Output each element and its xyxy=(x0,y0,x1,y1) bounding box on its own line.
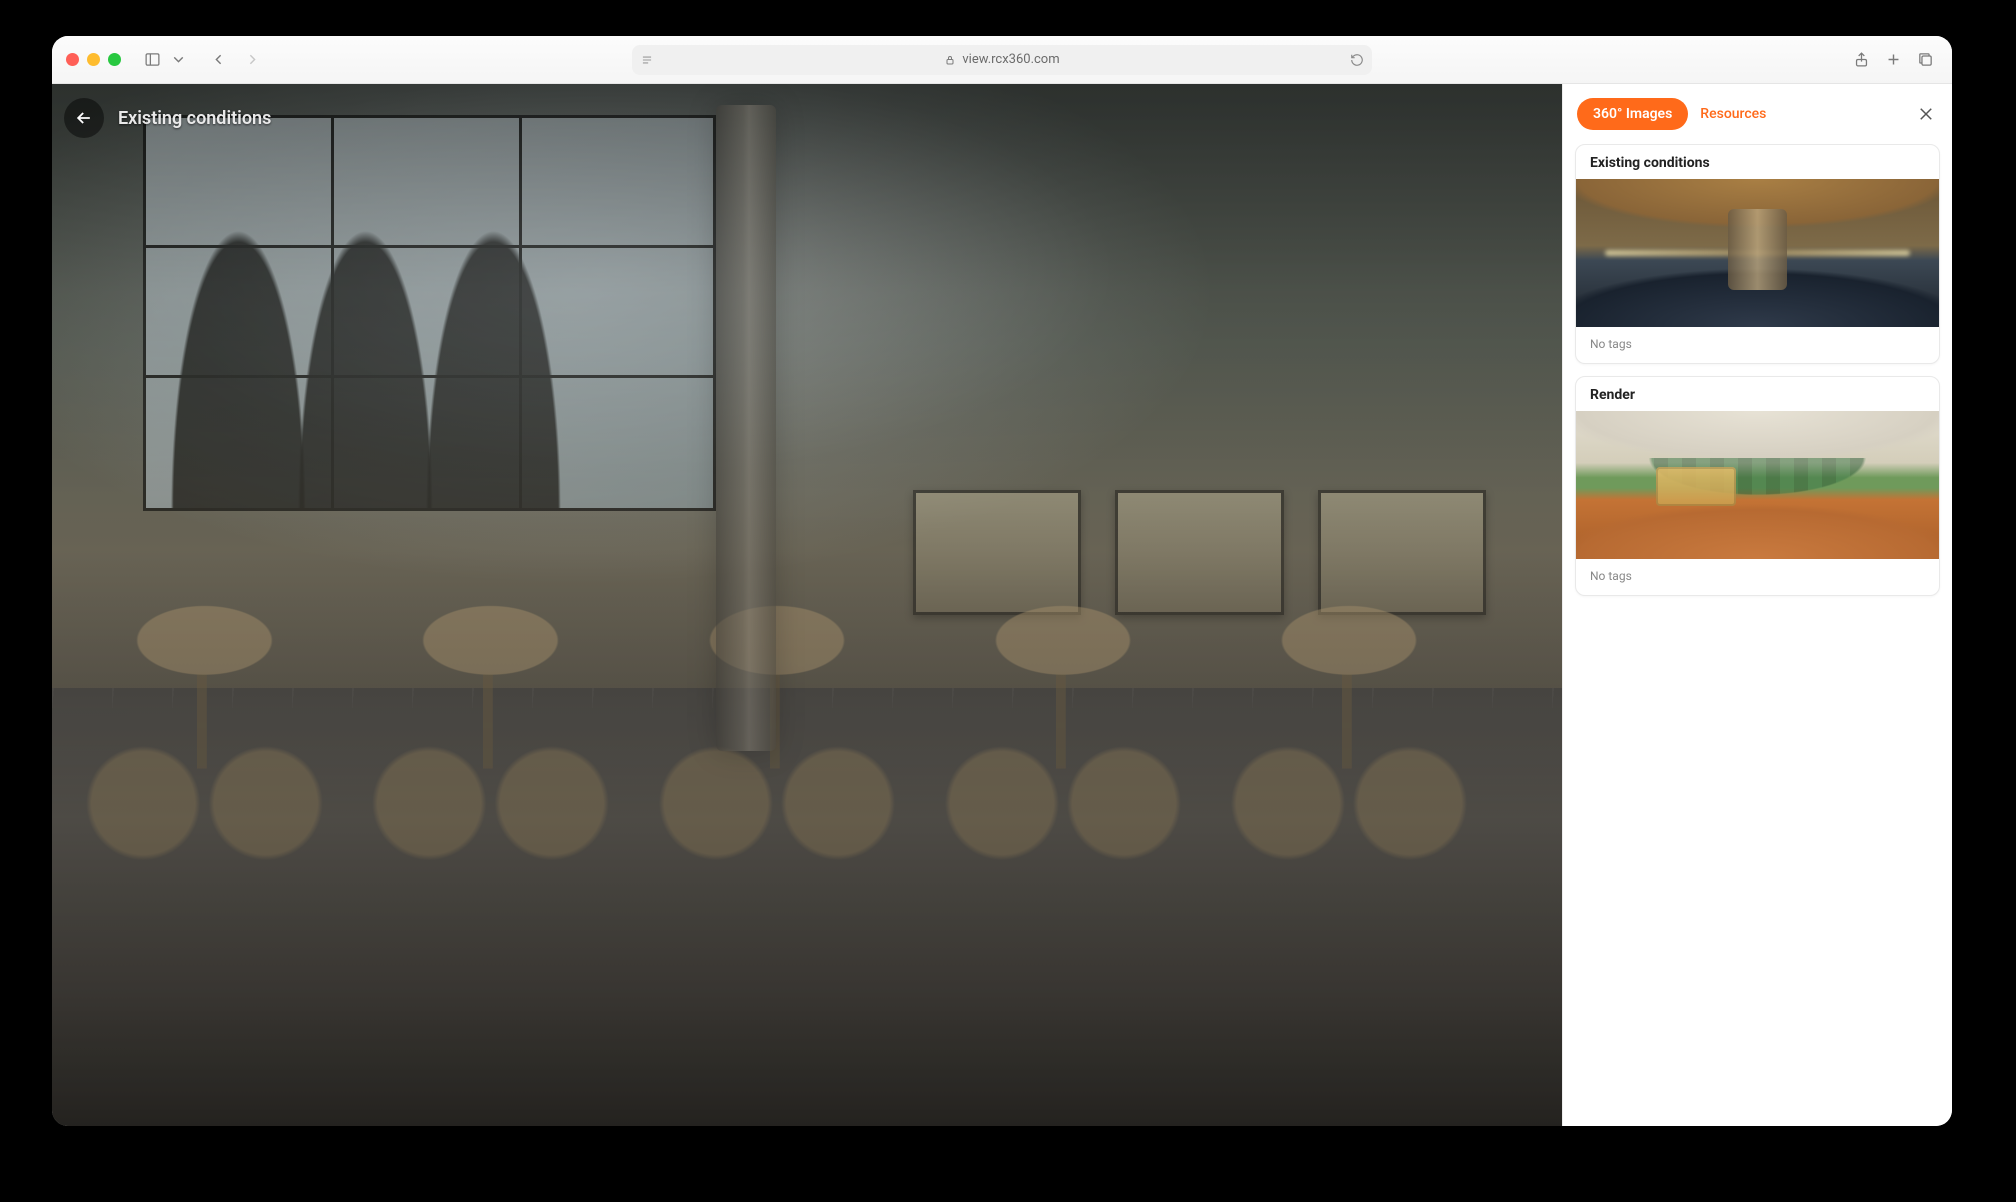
arrow-left-icon xyxy=(74,108,94,128)
reader-mode-icon[interactable] xyxy=(640,53,654,67)
refresh-icon[interactable] xyxy=(1350,53,1364,67)
window-zoom-button[interactable] xyxy=(108,53,121,66)
nav-back-button[interactable] xyxy=(203,48,233,72)
close-icon xyxy=(1917,105,1935,123)
right-sidebar: 360° Images Resources Existing condition… xyxy=(1562,84,1952,1126)
sidebar-toggle-icon[interactable] xyxy=(139,48,165,72)
card-tags: No tags xyxy=(1576,559,1939,595)
card-thumbnail xyxy=(1576,411,1939,559)
sidebar-body: Existing conditions No tags Render No ta… xyxy=(1563,144,1952,608)
new-tab-icon[interactable] xyxy=(1880,48,1906,72)
viewer-title: Existing conditions xyxy=(118,108,271,129)
close-sidebar-button[interactable] xyxy=(1914,102,1938,126)
address-url: view.rcx360.com xyxy=(962,52,1059,67)
page-content: Existing conditions 360° Images Resource… xyxy=(52,84,1952,1126)
viewer-tables-decor xyxy=(82,584,1471,897)
360-viewer[interactable]: Existing conditions xyxy=(52,84,1562,1126)
sidebar-tabs: 360° Images Resources xyxy=(1563,84,1952,144)
card-tags: No tags xyxy=(1576,327,1939,363)
chevron-down-icon[interactable] xyxy=(169,48,187,72)
window-minimize-button[interactable] xyxy=(87,53,100,66)
window-close-button[interactable] xyxy=(66,53,79,66)
browser-window: view.rcx360.com xyxy=(52,36,1952,1126)
card-title: Render xyxy=(1576,377,1939,411)
address-bar[interactable]: view.rcx360.com xyxy=(632,45,1372,75)
tab-overview-icon[interactable] xyxy=(1912,48,1938,72)
tab-360-images[interactable]: 360° Images xyxy=(1577,98,1688,130)
back-button[interactable] xyxy=(64,98,104,138)
share-icon[interactable] xyxy=(1848,48,1874,72)
nav-forward-button[interactable] xyxy=(237,48,267,72)
image-card-existing-conditions[interactable]: Existing conditions No tags xyxy=(1575,144,1940,364)
window-controls xyxy=(66,53,121,66)
browser-titlebar: view.rcx360.com xyxy=(52,36,1952,84)
lock-icon xyxy=(944,54,956,66)
image-card-render[interactable]: Render No tags xyxy=(1575,376,1940,596)
tab-resources[interactable]: Resources xyxy=(1696,106,1770,122)
card-thumbnail xyxy=(1576,179,1939,327)
card-title: Existing conditions xyxy=(1576,145,1939,179)
viewer-header: Existing conditions xyxy=(64,98,271,138)
